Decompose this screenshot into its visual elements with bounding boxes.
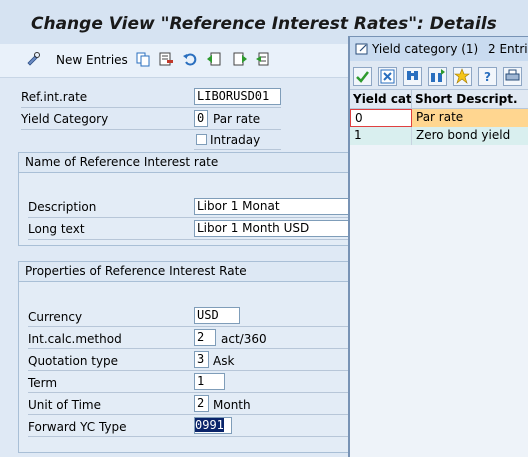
int-calc-method-field[interactable]: 2 [194, 329, 216, 346]
quotation-type-text: Ask [213, 354, 235, 368]
ref-int-rate-field[interactable]: LIBORUSD01 [194, 88, 281, 105]
divider [28, 414, 348, 415]
quotation-type-label: Quotation type [28, 354, 119, 368]
yield-category-text: Par rate [213, 112, 261, 126]
yield-category-popup: Yield category (1) 2 Entries ? Yield cat… [348, 36, 528, 457]
ref-int-rate-label: Ref.int.rate [21, 90, 88, 104]
divider [28, 370, 348, 371]
description-label: Description [28, 200, 97, 214]
yield-category-field[interactable]: 0 [194, 110, 208, 127]
undo-icon[interactable] [182, 51, 198, 67]
copy-icon[interactable] [135, 51, 151, 67]
find-next-icon[interactable] [428, 67, 447, 86]
forward-yc-type-label: Forward YC Type [28, 420, 127, 434]
divider [21, 129, 281, 130]
next-entry-icon[interactable] [232, 51, 248, 67]
intraday-checkbox[interactable] [196, 134, 207, 145]
window-title: Change View "Reference Interest Rates": … [31, 14, 497, 34]
int-calc-method-label: Int.calc.method [28, 332, 122, 346]
divider [28, 326, 348, 327]
int-calc-method-text: act/360 [221, 332, 267, 346]
long-text-field[interactable]: Libor 1 Month USD [194, 220, 354, 237]
table-row-1-yield-cat[interactable]: 1 [350, 127, 412, 145]
popup-title: Yield category (1) [372, 42, 479, 56]
divider [28, 436, 348, 437]
find-icon[interactable] [403, 67, 422, 86]
long-text-label: Long text [28, 222, 85, 236]
divider [28, 392, 348, 393]
pencil-glasses-icon[interactable] [26, 51, 42, 67]
delete-icon[interactable] [158, 51, 174, 67]
quotation-type-field[interactable]: 3 [194, 351, 209, 368]
currency-label: Currency [28, 310, 83, 324]
popup-title-bar: Yield category (1) 2 Entries [350, 37, 528, 61]
forward-yc-type-field[interactable]: 0991 [194, 417, 232, 434]
other-entry-icon[interactable] [255, 51, 271, 67]
properties-group-title: Properties of Reference Interest Rate [25, 264, 247, 278]
unit-of-time-label: Unit of Time [28, 398, 101, 412]
popup-entries-count: 2 Entries [488, 42, 528, 56]
column-header-yield-cat[interactable]: Yield cat. [350, 90, 412, 109]
new-entries-button[interactable]: New Entries [56, 53, 128, 67]
divider [21, 107, 281, 108]
check-icon[interactable] [353, 67, 372, 86]
term-label: Term [28, 376, 58, 390]
help-icon[interactable]: ? [478, 67, 497, 86]
print-icon[interactable] [503, 67, 522, 86]
name-group-header: Name of Reference Interest rate [19, 153, 359, 173]
unit-of-time-text: Month [213, 398, 251, 412]
term-field[interactable]: 1 [194, 373, 225, 390]
favorite-icon[interactable] [453, 67, 472, 86]
popup-window-icon [355, 43, 368, 55]
yield-category-label: Yield Category [21, 112, 109, 126]
currency-field[interactable]: USD [194, 307, 240, 324]
table-row-0-short-descript[interactable]: Par rate [412, 109, 528, 127]
divider [28, 348, 348, 349]
intraday-label: Intraday [210, 133, 261, 147]
divider [28, 239, 348, 240]
description-field[interactable]: Libor 1 Monat [194, 198, 354, 215]
name-group-title: Name of Reference Interest rate [25, 155, 219, 169]
svg-text:?: ? [484, 70, 491, 84]
properties-group-header: Properties of Reference Interest Rate [19, 262, 359, 282]
divider [28, 217, 348, 218]
cancel-icon[interactable] [378, 67, 397, 86]
table-row-0-yield-cat[interactable]: 0 [350, 109, 412, 127]
forward-yc-type-value: 0991 [195, 418, 224, 432]
divider [194, 149, 281, 150]
previous-entry-icon[interactable] [206, 51, 222, 67]
column-header-short-descript[interactable]: Short Descript. [412, 90, 528, 109]
unit-of-time-field[interactable]: 2 [194, 395, 209, 412]
table-row-1-short-descript[interactable]: Zero bond yield [412, 127, 528, 145]
